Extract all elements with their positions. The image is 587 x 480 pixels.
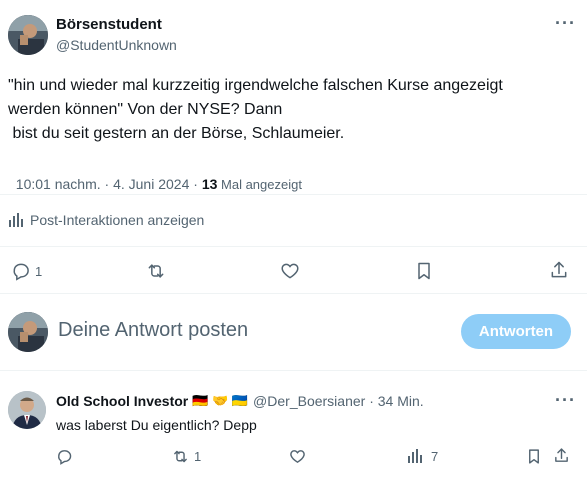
like-button[interactable]: [280, 261, 300, 281]
author-handle[interactable]: @StudentUnknown: [56, 37, 177, 53]
reply-bookmark-button[interactable]: [526, 448, 542, 465]
post-meta: 10:01 nachm. · 4. Juni 2024 · 13 Mal ang…: [15, 176, 302, 192]
views-icon: [407, 448, 423, 464]
bookmark-button[interactable]: [415, 261, 433, 281]
repost-icon: [145, 261, 167, 281]
views-label: Mal angezeigt: [217, 177, 302, 192]
reply-share-button[interactable]: [553, 447, 570, 464]
reply-icon: [11, 261, 31, 281]
author-name[interactable]: Börsenstudent: [56, 16, 177, 33]
heart-icon: [280, 261, 300, 281]
bookmark-icon: [526, 448, 542, 465]
reply-button[interactable]: 1: [11, 261, 42, 281]
share-button[interactable]: [549, 260, 569, 280]
post-text-line: werden können" Von der NYSE? Dann: [8, 101, 283, 118]
reply-views-button[interactable]: 7: [407, 448, 438, 464]
heart-icon: [289, 448, 306, 465]
reply-repost-count: 1: [194, 449, 202, 464]
reply-icon: [56, 448, 73, 465]
views-count: 13: [201, 176, 218, 192]
reply-like-button[interactable]: [289, 448, 306, 465]
post-date[interactable]: 4. Juni 2024: [113, 176, 189, 192]
reply-compose-input[interactable]: Deine Antwort posten: [58, 319, 438, 342]
bookmark-icon: [415, 261, 433, 281]
divider: [0, 246, 587, 247]
reply-submit-button[interactable]: Antworten: [461, 314, 571, 349]
reply-count: 1: [35, 263, 43, 279]
share-icon: [549, 260, 569, 280]
user-avatar[interactable]: [8, 312, 48, 352]
post-text: "hin und wieder mal kurzzeitig irgendwel…: [8, 74, 578, 146]
more-options-icon[interactable]: ···: [555, 13, 576, 34]
reply-text: was laberst Du eigentlich? Depp: [56, 417, 257, 433]
interactions-label: Post-Interaktionen anzeigen: [30, 212, 205, 228]
repost-button[interactable]: [145, 261, 167, 281]
reply-repost-button[interactable]: 1: [171, 448, 201, 465]
reply-flags: 🇩🇪 🤝 🇺🇦: [192, 393, 249, 408]
author-avatar[interactable]: [8, 15, 48, 55]
reply-more-options-icon[interactable]: ···: [555, 390, 576, 411]
post-time[interactable]: 10:01 nachm.: [16, 176, 101, 192]
reply-header: Old School Investor 🇩🇪 🤝 🇺🇦 @Der_Boersia…: [56, 393, 424, 409]
divider: [0, 293, 587, 294]
post-interactions-link[interactable]: Post-Interaktionen anzeigen: [8, 212, 204, 228]
share-icon: [553, 447, 570, 464]
divider: [0, 194, 587, 195]
reply-author-name[interactable]: Old School Investor: [56, 393, 188, 409]
analytics-icon: [8, 212, 24, 228]
repost-icon: [171, 448, 190, 465]
reply-reply-button[interactable]: [56, 448, 73, 465]
reply-time[interactable]: 34 Min.: [378, 393, 424, 409]
post-text-line: bist du seit gestern an der Börse, Schla…: [8, 125, 345, 142]
reply-author-handle[interactable]: @Der_Boersianer: [253, 393, 365, 409]
reply-views-count: 7: [431, 448, 439, 464]
reply-author-avatar[interactable]: [8, 391, 46, 429]
divider: [0, 370, 587, 371]
post-text-line: "hin und wieder mal kurzzeitig irgendwel…: [8, 77, 503, 94]
